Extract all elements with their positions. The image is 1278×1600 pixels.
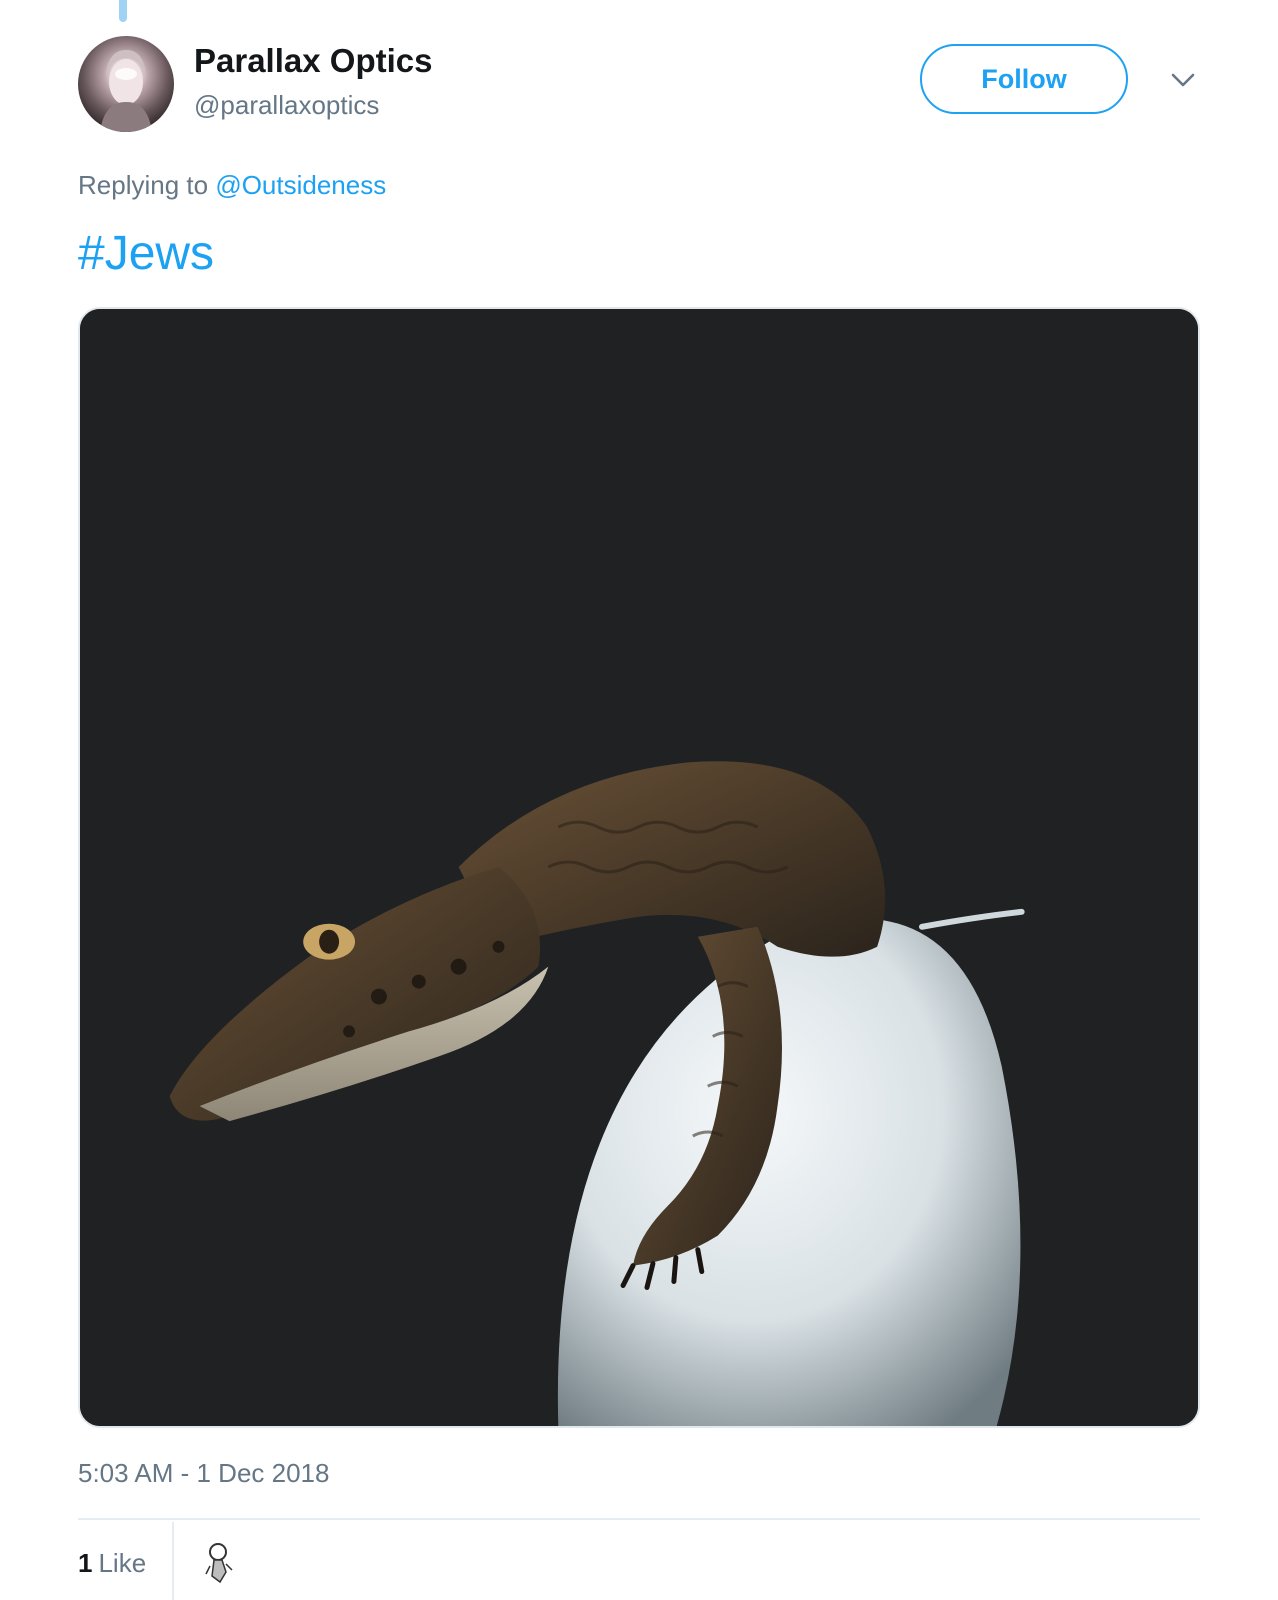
replying-to: Replying to @Outsideness bbox=[78, 170, 386, 201]
liker-avatar[interactable] bbox=[200, 1542, 240, 1586]
liker-avatar-image bbox=[200, 1542, 240, 1586]
tweet-timestamp[interactable]: 5:03 AM - 1 Dec 2018 bbox=[78, 1458, 329, 1489]
hatchling-egg-photo bbox=[80, 309, 1198, 1426]
thread-connector-line bbox=[119, 0, 127, 22]
likes-count: 1 bbox=[78, 1548, 93, 1578]
tweet-hashtag-link[interactable]: #Jews bbox=[78, 226, 214, 281]
replying-to-mention-link[interactable]: @Outsideness bbox=[215, 170, 386, 200]
author-handle[interactable]: @parallaxoptics bbox=[194, 90, 379, 121]
author-display-name[interactable]: Parallax Optics bbox=[194, 42, 432, 80]
likes-label: Like bbox=[98, 1548, 147, 1578]
tweet-media-image[interactable] bbox=[78, 307, 1200, 1428]
author-avatar[interactable] bbox=[78, 36, 174, 132]
likes-count-link[interactable]: 1 Like bbox=[78, 1548, 146, 1579]
chevron-down-icon[interactable] bbox=[1170, 70, 1196, 90]
stats-divider bbox=[78, 1518, 1200, 1520]
follow-button[interactable]: Follow bbox=[920, 44, 1128, 114]
avatar-portrait-image bbox=[100, 50, 152, 132]
stats-vertical-divider bbox=[172, 1522, 174, 1600]
replying-prefix: Replying to bbox=[78, 170, 209, 200]
